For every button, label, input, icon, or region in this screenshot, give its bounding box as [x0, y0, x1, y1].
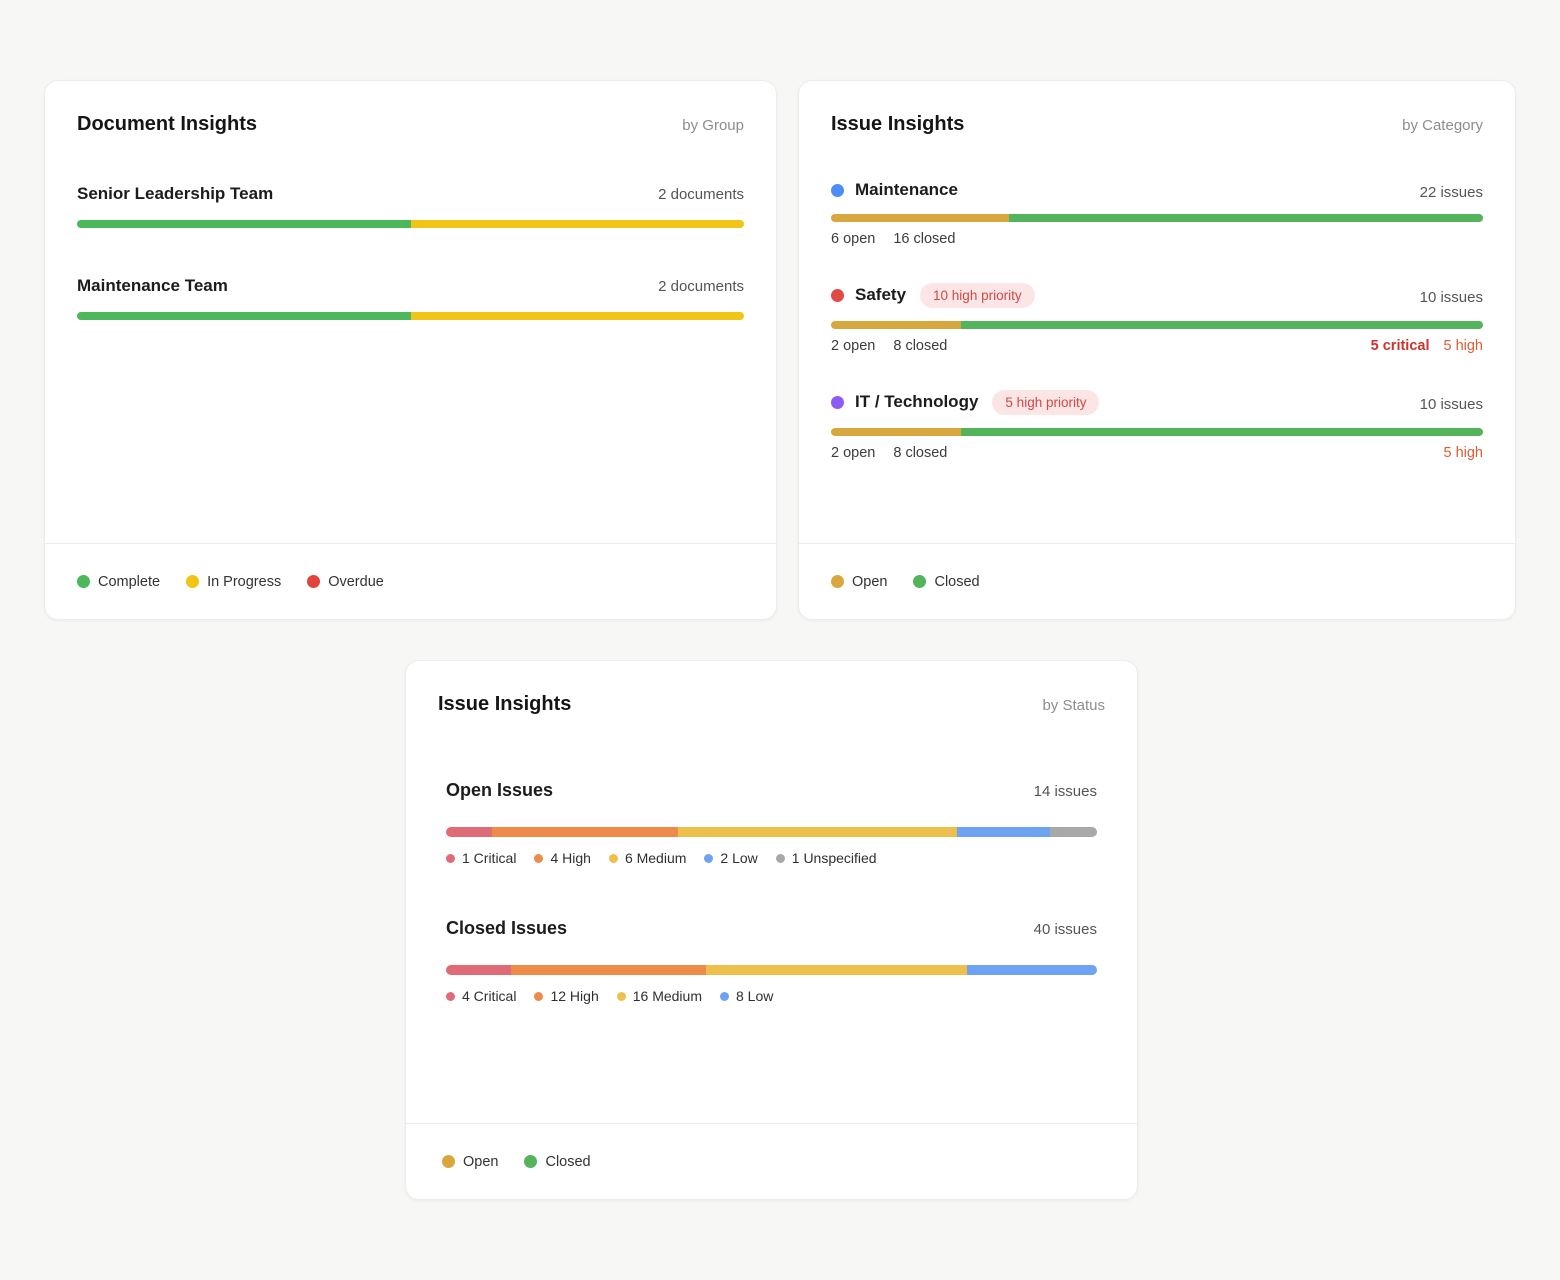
legend-item-high: 4 High: [534, 850, 590, 866]
issue-count: 22 issues: [1420, 184, 1483, 201]
legend-label: Open: [852, 574, 887, 590]
open-count: 6 open: [831, 231, 875, 247]
issue-count: 10 issues: [1420, 396, 1483, 413]
issue-progress-bar: [831, 214, 1483, 222]
card-header: Document Insights by Group: [45, 81, 776, 136]
issue-progress-bar: [831, 428, 1483, 436]
legend-item-critical: 1 Critical: [446, 850, 516, 866]
category-name: Maintenance: [855, 180, 958, 200]
card-title: Issue Insights: [438, 693, 571, 716]
legend-label: Overdue: [328, 574, 384, 590]
card-title: Issue Insights: [831, 113, 964, 136]
issue-count: 10 issues: [1420, 289, 1483, 306]
closed-dot-icon: [913, 575, 926, 588]
open-issues-section: Open Issues 14 issues 1 Critical 4 High …: [446, 780, 1097, 866]
open-count: 2 open: [831, 445, 875, 461]
issue-progress-bar: [831, 321, 1483, 329]
section-label: Closed Issues: [446, 918, 567, 939]
card-subtitle: by Category: [1402, 117, 1483, 134]
legend-item-critical: 4 Critical: [446, 988, 516, 1004]
critical-count: 5 critical: [1371, 338, 1430, 354]
section-label: Open Issues: [446, 780, 553, 801]
high-count: 5 high: [1443, 338, 1483, 354]
legend-label: In Progress: [207, 574, 281, 590]
legend-label: Closed: [545, 1154, 590, 1170]
closed-count: 8 closed: [893, 445, 947, 461]
document-progress-bar: [77, 220, 744, 228]
document-count: 2 documents: [658, 278, 744, 295]
card-body: Maintenance 22 issues 6 open 16 closed S…: [799, 136, 1515, 543]
low-dot-icon: [720, 992, 729, 1001]
legend-item-complete: Complete: [77, 574, 160, 590]
legend-item-medium: 6 Medium: [609, 850, 686, 866]
category-row-it-technology: IT / Technology 5 high priority 10 issue…: [831, 390, 1483, 461]
high-priority-badge: 5 high priority: [992, 390, 1099, 415]
legend-item-open: Open: [442, 1154, 498, 1170]
category-row-safety: Safety 10 high priority 10 issues 2 open…: [831, 283, 1483, 354]
card-subtitle: by Status: [1042, 697, 1105, 714]
document-group-row: Senior Leadership Team 2 documents: [77, 184, 744, 228]
open-dot-icon: [442, 1155, 455, 1168]
legend-item-overdue: Overdue: [307, 574, 384, 590]
issue-insights-status-card: Issue Insights by Status Open Issues 14 …: [405, 660, 1138, 1200]
open-dot-icon: [831, 575, 844, 588]
legend-item-high: 12 High: [534, 988, 598, 1004]
legend-item-low: 8 Low: [720, 988, 773, 1004]
issue-count: 40 issues: [1034, 921, 1097, 938]
document-group-row: Maintenance Team 2 documents: [77, 276, 744, 320]
card-footer-legend: Open Closed: [799, 543, 1515, 619]
high-dot-icon: [534, 992, 543, 1001]
open-count: 2 open: [831, 338, 875, 354]
low-dot-icon: [704, 854, 713, 863]
document-count: 2 documents: [658, 186, 744, 203]
critical-dot-icon: [446, 854, 455, 863]
in-progress-dot-icon: [186, 575, 199, 588]
category-name: IT / Technology: [855, 392, 978, 412]
card-header: Issue Insights by Status: [406, 661, 1137, 716]
legend-label: Open: [463, 1154, 498, 1170]
severity-stacked-bar: [446, 827, 1097, 837]
document-insights-card: Document Insights by Group Senior Leader…: [44, 80, 777, 620]
category-name: Safety: [855, 285, 906, 305]
issue-insights-category-card: Issue Insights by Category Maintenance 2…: [798, 80, 1516, 620]
legend-item-closed: Closed: [913, 574, 979, 590]
issue-count: 14 issues: [1034, 783, 1097, 800]
complete-dot-icon: [77, 575, 90, 588]
category-dot-icon: [831, 396, 844, 409]
card-footer-legend: Open Closed: [406, 1123, 1137, 1199]
severity-stacked-bar: [446, 965, 1097, 975]
overdue-dot-icon: [307, 575, 320, 588]
unspecified-dot-icon: [776, 854, 785, 863]
category-row-maintenance: Maintenance 22 issues 6 open 16 closed: [831, 180, 1483, 247]
card-footer-legend: Complete In Progress Overdue: [45, 543, 776, 619]
legend-item-unspecified: 1 Unspecified: [776, 850, 877, 866]
legend-item-medium: 16 Medium: [617, 988, 702, 1004]
closed-dot-icon: [524, 1155, 537, 1168]
legend-item-low: 2 Low: [704, 850, 757, 866]
legend-item-in-progress: In Progress: [186, 574, 281, 590]
closed-count: 16 closed: [893, 231, 955, 247]
document-progress-bar: [77, 312, 744, 320]
category-dot-icon: [831, 289, 844, 302]
high-dot-icon: [534, 854, 543, 863]
card-subtitle: by Group: [682, 117, 744, 134]
high-priority-badge: 10 high priority: [920, 283, 1035, 308]
group-name: Senior Leadership Team: [77, 184, 273, 204]
card-body: Senior Leadership Team 2 documents Maint…: [45, 136, 776, 543]
legend-label: Complete: [98, 574, 160, 590]
closed-issues-section: Closed Issues 40 issues 4 Critical 12 Hi…: [446, 918, 1097, 1004]
medium-dot-icon: [609, 854, 618, 863]
card-header: Issue Insights by Category: [799, 81, 1515, 136]
medium-dot-icon: [617, 992, 626, 1001]
closed-count: 8 closed: [893, 338, 947, 354]
legend-item-closed: Closed: [524, 1154, 590, 1170]
group-name: Maintenance Team: [77, 276, 228, 296]
card-body: Open Issues 14 issues 1 Critical 4 High …: [406, 716, 1137, 1123]
card-title: Document Insights: [77, 113, 257, 136]
legend-label: Closed: [934, 574, 979, 590]
legend-item-open: Open: [831, 574, 887, 590]
critical-dot-icon: [446, 992, 455, 1001]
high-count: 5 high: [1443, 445, 1483, 461]
category-dot-icon: [831, 184, 844, 197]
